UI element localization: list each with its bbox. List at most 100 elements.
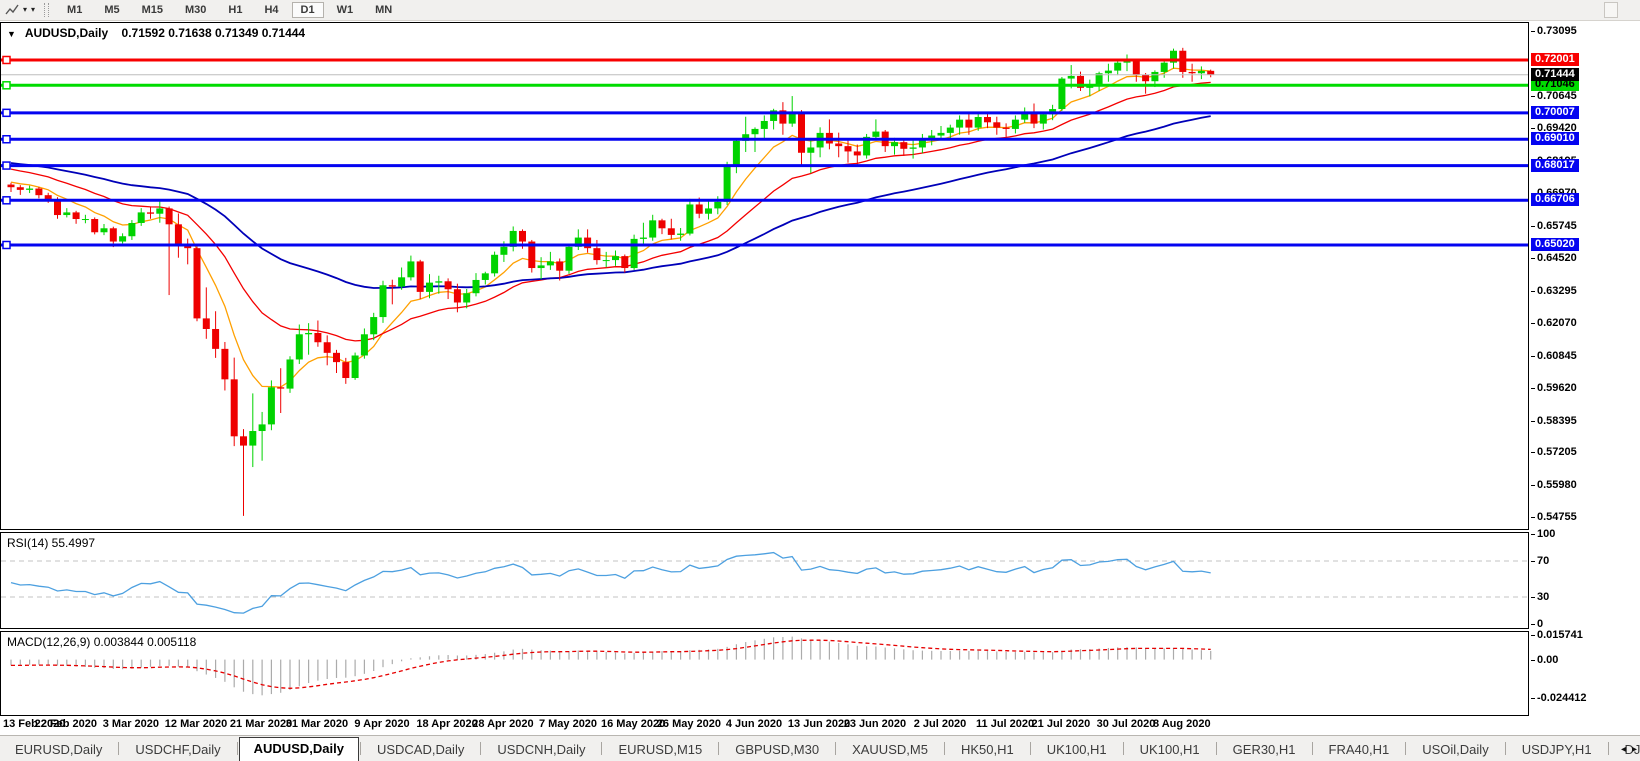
price-axis-tick: 0.64520 bbox=[1537, 252, 1577, 264]
tab-hk50-h1[interactable]: HK50,H1 bbox=[946, 739, 1029, 761]
date-label: 8 Aug 2020 bbox=[1153, 718, 1211, 730]
price-axis-tick: 0.65745 bbox=[1537, 220, 1577, 232]
date-label: 18 Apr 2020 bbox=[416, 718, 477, 730]
toolbar-overflow-button[interactable] bbox=[1604, 2, 1618, 18]
price-axis-tick: 0.63295 bbox=[1537, 285, 1577, 297]
tab-usdjpy-h1[interactable]: USDJPY,H1 bbox=[1507, 739, 1607, 761]
date-label: 4 Jun 2020 bbox=[726, 718, 782, 730]
chart-title-dropdown-icon[interactable]: ▼ bbox=[7, 29, 16, 39]
macd-panel[interactable]: MACD(12,26,9) 0.003844 0.005118 bbox=[0, 631, 1529, 716]
date-label: 23 Jun 2020 bbox=[844, 718, 906, 730]
price-badge-0.66706: 0.66706 bbox=[1531, 193, 1579, 206]
timeframe-button-w1[interactable]: W1 bbox=[328, 2, 363, 18]
toolbar-dropdown-caret-icon[interactable]: ▾ bbox=[31, 2, 35, 18]
tab-usdcad-daily[interactable]: USDCAD,Daily bbox=[362, 739, 479, 761]
tab-scroll-arrows: ◂ ▸ bbox=[1621, 744, 1637, 755]
date-label: 9 Apr 2020 bbox=[354, 718, 409, 730]
timeframe-button-h1[interactable]: H1 bbox=[219, 2, 251, 18]
timeframe-button-d1[interactable]: D1 bbox=[292, 2, 324, 18]
horizontal-line-0.65020[interactable] bbox=[1, 241, 1528, 248]
horizontal-line-0.66706[interactable] bbox=[1, 197, 1528, 204]
tab-separator bbox=[1505, 742, 1506, 755]
macd-axis-tick: -0.024412 bbox=[1537, 692, 1587, 704]
price-axis-tick: 0.70645 bbox=[1537, 90, 1577, 102]
date-label: 11 Jul 2020 bbox=[976, 718, 1034, 730]
tab-separator bbox=[118, 742, 119, 755]
rsi-line bbox=[11, 553, 1211, 614]
timeframe-button-m15[interactable]: M15 bbox=[133, 2, 172, 18]
tab-usdchf-daily[interactable]: USDCHF,Daily bbox=[120, 739, 235, 761]
rsi-chart bbox=[1, 533, 1528, 628]
tab-separator bbox=[1123, 742, 1124, 755]
top-toolbar: ▾ ▾ M1M5 M15M30H1H4 D1W1MN bbox=[0, 0, 1640, 21]
ohlc-low: 0.71349 bbox=[215, 26, 258, 40]
tab-eurusd-daily[interactable]: EURUSD,Daily bbox=[0, 739, 117, 761]
tab-separator bbox=[601, 742, 602, 755]
tab-scroll-right-icon[interactable]: ▸ bbox=[1632, 744, 1637, 755]
tab-uk100-h1[interactable]: UK100,H1 bbox=[1032, 739, 1122, 761]
price-axis-tick: 0.73095 bbox=[1537, 25, 1577, 37]
chart-window: ▼ AUDUSD,Daily 0.71592 0.71638 0.71349 0… bbox=[0, 21, 1640, 735]
ohlc-close: 0.71444 bbox=[262, 26, 305, 40]
toolbar-grip bbox=[44, 3, 49, 17]
horizontal-line-0.68017[interactable] bbox=[1, 162, 1528, 169]
timeframe-buttons: M1M5 M15M30H1H4 D1W1MN bbox=[56, 2, 403, 18]
tab-uk100-h1[interactable]: UK100,H1 bbox=[1125, 739, 1215, 761]
tab-eurusd-m15[interactable]: EURUSD,M15 bbox=[603, 739, 717, 761]
tab-separator bbox=[835, 742, 836, 755]
rsi-axis-tick: 100 bbox=[1537, 528, 1555, 540]
tab-separator bbox=[1030, 742, 1031, 755]
tab-gbpusd-m30[interactable]: GBPUSD,M30 bbox=[720, 739, 834, 761]
tab-separator bbox=[944, 742, 945, 755]
tab-fra40-h1[interactable]: FRA40,H1 bbox=[1314, 739, 1405, 761]
horizontal-line-0.72001[interactable] bbox=[1, 56, 1528, 63]
tab-audusd-daily[interactable]: AUDUSD,Daily bbox=[239, 737, 359, 761]
date-label: 31 Mar 2020 bbox=[286, 718, 348, 730]
price-badge-0.70007: 0.70007 bbox=[1531, 106, 1579, 119]
date-label: 21 Mar 2020 bbox=[230, 718, 292, 730]
price-badge-0.65020: 0.65020 bbox=[1531, 238, 1579, 251]
date-label: 30 Jul 2020 bbox=[1097, 718, 1156, 730]
timeframe-button-h4[interactable]: H4 bbox=[255, 2, 287, 18]
tab-usoil-daily[interactable]: USOil,Daily bbox=[1407, 739, 1503, 761]
tab-separator bbox=[237, 742, 238, 755]
candles bbox=[8, 48, 1215, 516]
rsi-axis-tick: 70 bbox=[1537, 555, 1549, 567]
date-label: 21 Jul 2020 bbox=[1032, 718, 1091, 730]
horizontal-line-0.71046[interactable] bbox=[1, 82, 1528, 89]
date-label: 22 Feb 2020 bbox=[35, 718, 97, 730]
chart-title: ▼ AUDUSD,Daily 0.71592 0.71638 0.71349 0… bbox=[7, 26, 305, 40]
timeframe-button-m30[interactable]: M30 bbox=[176, 2, 215, 18]
rsi-label: RSI(14) 55.4997 bbox=[7, 536, 95, 550]
price-chart-panel[interactable]: ▼ AUDUSD,Daily 0.71592 0.71638 0.71349 0… bbox=[0, 22, 1529, 530]
ohlc-high: 0.71638 bbox=[168, 26, 211, 40]
price-axis-tick: 0.62070 bbox=[1537, 317, 1577, 329]
tab-usdcnh-daily[interactable]: USDCNH,Daily bbox=[482, 739, 600, 761]
date-label: 7 May 2020 bbox=[539, 718, 597, 730]
timeframe-button-m5[interactable]: M5 bbox=[95, 2, 128, 18]
chart-tabs: EURUSD,DailyUSDCHF,DailyAUDUSD,DailyUSDC… bbox=[0, 737, 1640, 761]
line-studies-icon[interactable] bbox=[3, 2, 21, 18]
chart-tab-bar: EURUSD,DailyUSDCHF,DailyAUDUSD,DailyUSDC… bbox=[0, 735, 1640, 761]
macd-label: MACD(12,26,9) 0.003844 0.005118 bbox=[7, 635, 196, 649]
rsi-panel[interactable]: RSI(14) 55.4997 bbox=[0, 532, 1529, 629]
tab-scroll-left-icon[interactable]: ◂ bbox=[1621, 744, 1626, 755]
tab-xauusd-m5[interactable]: XAUUSD,M5 bbox=[837, 739, 943, 761]
timeframe-button-m1[interactable]: M1 bbox=[58, 2, 91, 18]
rsi-axis-tick: 30 bbox=[1537, 591, 1549, 603]
line-studies-caret-icon[interactable]: ▾ bbox=[23, 2, 27, 18]
macd-chart bbox=[1, 632, 1528, 715]
tab-ger30-h1[interactable]: GER30,H1 bbox=[1218, 739, 1311, 761]
price-axis-tick: 0.54755 bbox=[1537, 511, 1577, 523]
horizontal-line-0.70007[interactable] bbox=[1, 109, 1528, 116]
timeframe-button-mn[interactable]: MN bbox=[366, 2, 401, 18]
date-label: 12 Mar 2020 bbox=[165, 718, 227, 730]
date-label: 13 Jun 2020 bbox=[788, 718, 850, 730]
price-axis-tick: 0.60845 bbox=[1537, 350, 1577, 362]
moving-average-50 bbox=[11, 116, 1211, 288]
tab-separator bbox=[718, 742, 719, 755]
price-axis-tick: 0.59620 bbox=[1537, 382, 1577, 394]
tab-separator bbox=[1216, 742, 1217, 755]
tab-separator bbox=[1608, 742, 1609, 755]
tab-separator bbox=[1405, 742, 1406, 755]
